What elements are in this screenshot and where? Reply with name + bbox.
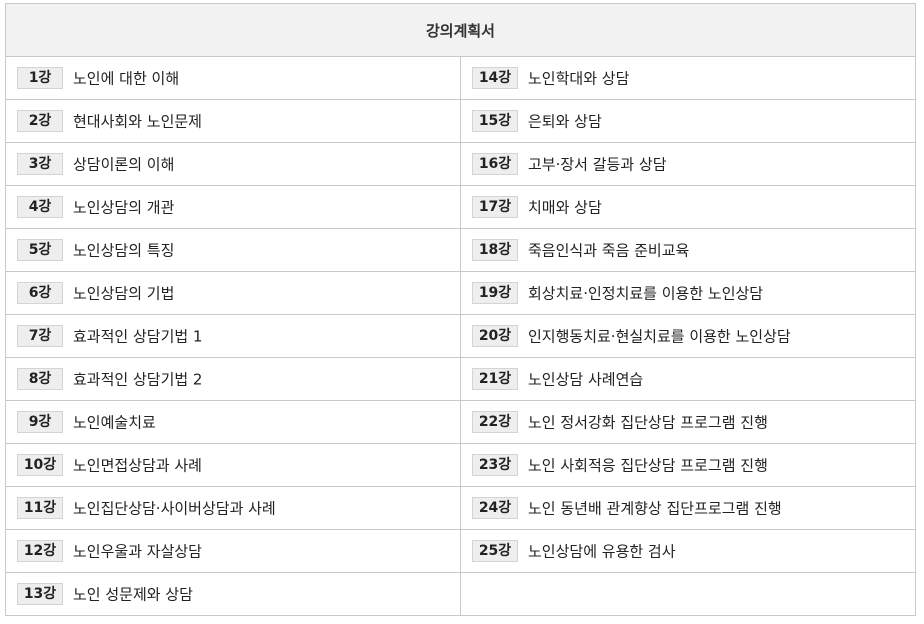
lecture-topic: 노인상담의 개관 xyxy=(73,198,175,217)
lecture-topic: 노인우울과 자살상담 xyxy=(73,542,202,561)
lecture-number-badge: 13강 xyxy=(17,583,63,605)
lecture-topic: 효과적인 상담기법 1 xyxy=(73,327,203,346)
lecture-number-badge: 10강 xyxy=(17,454,63,476)
lecture-number-badge: 20강 xyxy=(472,325,518,347)
lecture-topic: 노인상담의 기법 xyxy=(73,284,175,303)
syllabus-table: 강의계획서 1강 노인에 대한 이해 14강 노인학대와 상담 2강 현대사회와 노인문제… xyxy=(5,3,916,616)
table-row: 13강 노인 성문제와 상담 xyxy=(5,572,916,616)
lecture-number-badge: 23강 xyxy=(472,454,518,476)
lecture-number-badge: 8강 xyxy=(17,368,63,390)
lecture-number-badge: 25강 xyxy=(472,540,518,562)
lecture-topic: 노인집단상담·사이버상담과 사례 xyxy=(73,499,276,518)
lecture-topic: 노인 성문제와 상담 xyxy=(73,585,193,604)
lecture-rows: 1강 노인에 대한 이해 14강 노인학대와 상담 2강 현대사회와 노인문제 15강 은퇴와… xyxy=(5,56,916,616)
empty-cell xyxy=(460,572,916,616)
lecture-cell: 3강 상담이론의 이해 xyxy=(5,142,461,186)
lecture-cell: 17강 치매와 상담 xyxy=(460,185,916,229)
lecture-number-badge: 12강 xyxy=(17,540,63,562)
lecture-number-badge: 3강 xyxy=(17,153,63,175)
syllabus: 강의계획서 1강 노인에 대한 이해 14강 노인학대와 상담 2강 현대사회와 노인문제… xyxy=(5,3,916,616)
lecture-topic: 효과적인 상담기법 2 xyxy=(73,370,203,389)
table-row: 1강 노인에 대한 이해 14강 노인학대와 상담 xyxy=(5,56,916,100)
lecture-cell: 23강 노인 사회적응 집단상담 프로그램 진행 xyxy=(460,443,916,487)
lecture-cell: 21강 노인상담 사례연습 xyxy=(460,357,916,401)
lecture-cell: 25강 노인상담에 유용한 검사 xyxy=(460,529,916,573)
lecture-topic: 노인상담 사례연습 xyxy=(528,370,644,389)
lecture-topic: 회상치료·인정치료를 이용한 노인상담 xyxy=(528,284,764,303)
table-row: 11강 노인집단상담·사이버상담과 사례 24강 노인 동년배 관계향상 집단프로그램… xyxy=(5,486,916,530)
table-row: 4강 노인상담의 개관 17강 치매와 상담 xyxy=(5,185,916,229)
lecture-cell: 8강 효과적인 상담기법 2 xyxy=(5,357,461,401)
lecture-cell: 6강 노인상담의 기법 xyxy=(5,271,461,315)
table-row: 10강 노인면접상담과 사례 23강 노인 사회적응 집단상담 프로그램 진행 xyxy=(5,443,916,487)
lecture-topic: 노인면접상담과 사례 xyxy=(73,456,202,475)
lecture-cell: 15강 은퇴와 상담 xyxy=(460,99,916,143)
lecture-number-badge: 9강 xyxy=(17,411,63,433)
lecture-number-badge: 18강 xyxy=(472,239,518,261)
table-row: 12강 노인우울과 자살상담 25강 노인상담에 유용한 검사 xyxy=(5,529,916,573)
lecture-topic: 죽음인식과 죽음 준비교육 xyxy=(528,241,690,260)
lecture-cell: 11강 노인집단상담·사이버상담과 사례 xyxy=(5,486,461,530)
lecture-topic: 노인학대와 상담 xyxy=(528,69,630,88)
syllabus-title: 강의계획서 xyxy=(5,3,916,57)
lecture-number-badge: 15강 xyxy=(472,110,518,132)
lecture-cell: 13강 노인 성문제와 상담 xyxy=(5,572,461,616)
lecture-cell: 18강 죽음인식과 죽음 준비교육 xyxy=(460,228,916,272)
lecture-topic: 고부·장서 갈등과 상담 xyxy=(528,155,667,174)
lecture-cell: 24강 노인 동년배 관계향상 집단프로그램 진행 xyxy=(460,486,916,530)
lecture-number-badge: 6강 xyxy=(17,282,63,304)
lecture-cell: 16강 고부·장서 갈등과 상담 xyxy=(460,142,916,186)
lecture-topic: 노인상담의 특징 xyxy=(73,241,175,260)
table-row: 8강 효과적인 상담기법 2 21강 노인상담 사례연습 xyxy=(5,357,916,401)
lecture-number-badge: 7강 xyxy=(17,325,63,347)
lecture-cell: 10강 노인면접상담과 사례 xyxy=(5,443,461,487)
lecture-topic: 노인 정서강화 집단상담 프로그램 진행 xyxy=(528,413,768,432)
lecture-topic: 인지행동치료·현실치료를 이용한 노인상담 xyxy=(528,327,791,346)
lecture-number-badge: 24강 xyxy=(472,497,518,519)
lecture-topic: 치매와 상담 xyxy=(528,198,602,217)
lecture-topic: 은퇴와 상담 xyxy=(528,112,602,131)
lecture-topic: 현대사회와 노인문제 xyxy=(73,112,202,131)
lecture-cell: 1강 노인에 대한 이해 xyxy=(5,56,461,100)
table-row: 5강 노인상담의 특징 18강 죽음인식과 죽음 준비교육 xyxy=(5,228,916,272)
lecture-cell: 2강 현대사회와 노인문제 xyxy=(5,99,461,143)
lecture-number-badge: 2강 xyxy=(17,110,63,132)
lecture-number-badge: 21강 xyxy=(472,368,518,390)
lecture-number-badge: 22강 xyxy=(472,411,518,433)
lecture-number-badge: 14강 xyxy=(472,67,518,89)
lecture-topic: 노인예술치료 xyxy=(73,413,156,432)
table-row: 9강 노인예술치료 22강 노인 정서강화 집단상담 프로그램 진행 xyxy=(5,400,916,444)
table-row: 3강 상담이론의 이해 16강 고부·장서 갈등과 상담 xyxy=(5,142,916,186)
lecture-cell: 5강 노인상담의 특징 xyxy=(5,228,461,272)
lecture-cell: 19강 회상치료·인정치료를 이용한 노인상담 xyxy=(460,271,916,315)
lecture-cell: 14강 노인학대와 상담 xyxy=(460,56,916,100)
lecture-topic: 노인 동년배 관계향상 집단프로그램 진행 xyxy=(528,499,782,518)
lecture-number-badge: 19강 xyxy=(472,282,518,304)
lecture-number-badge: 4강 xyxy=(17,196,63,218)
lecture-cell: 4강 노인상담의 개관 xyxy=(5,185,461,229)
lecture-number-badge: 5강 xyxy=(17,239,63,261)
lecture-number-badge: 11강 xyxy=(17,497,63,519)
lecture-cell: 22강 노인 정서강화 집단상담 프로그램 진행 xyxy=(460,400,916,444)
lecture-cell: 20강 인지행동치료·현실치료를 이용한 노인상담 xyxy=(460,314,916,358)
table-row: 6강 노인상담의 기법 19강 회상치료·인정치료를 이용한 노인상담 xyxy=(5,271,916,315)
lecture-number-badge: 16강 xyxy=(472,153,518,175)
lecture-topic: 노인 사회적응 집단상담 프로그램 진행 xyxy=(528,456,768,475)
table-row: 7강 효과적인 상담기법 1 20강 인지행동치료·현실치료를 이용한 노인상담 xyxy=(5,314,916,358)
lecture-topic: 상담이론의 이해 xyxy=(73,155,175,174)
lecture-number-badge: 1강 xyxy=(17,67,63,89)
lecture-cell: 7강 효과적인 상담기법 1 xyxy=(5,314,461,358)
table-row: 2강 현대사회와 노인문제 15강 은퇴와 상담 xyxy=(5,99,916,143)
lecture-number-badge: 17강 xyxy=(472,196,518,218)
lecture-topic: 노인에 대한 이해 xyxy=(73,69,180,88)
lecture-cell: 12강 노인우울과 자살상담 xyxy=(5,529,461,573)
lecture-topic: 노인상담에 유용한 검사 xyxy=(528,542,676,561)
lecture-cell: 9강 노인예술치료 xyxy=(5,400,461,444)
